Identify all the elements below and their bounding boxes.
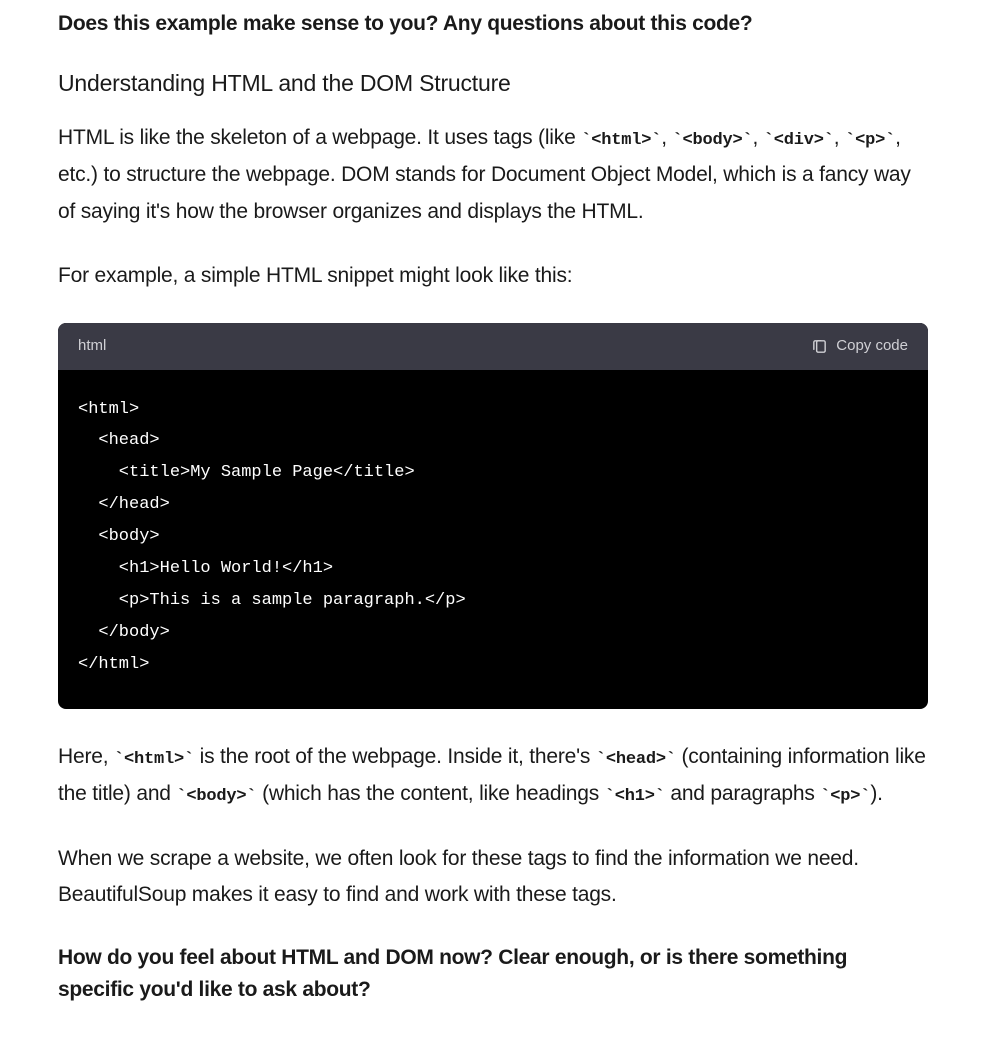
- inline-code-div-tag: `<div>`: [764, 131, 834, 150]
- paragraph-intro: HTML is like the skeleton of a webpage. …: [58, 120, 928, 230]
- text-fragment: ).: [870, 782, 882, 805]
- paragraph-explanation: Here, `<html>` is the root of the webpag…: [58, 739, 928, 813]
- code-language-label: html: [78, 335, 106, 358]
- paragraph-example-intro: For example, a simple HTML snippet might…: [58, 258, 928, 295]
- question-prompt-2: How do you feel about HTML and DOM now? …: [58, 942, 928, 1005]
- inline-code-p-tag: `<p>`: [845, 131, 895, 150]
- copy-code-button[interactable]: Copy code: [811, 335, 908, 358]
- clipboard-icon: [811, 338, 828, 355]
- code-header: html Copy code: [58, 323, 928, 370]
- text-fragment: and paragraphs: [665, 782, 821, 805]
- text-fragment: ,: [753, 126, 764, 149]
- copy-code-label: Copy code: [836, 335, 908, 358]
- section-heading-html-dom: Understanding HTML and the DOM Structure: [58, 66, 928, 101]
- text-fragment: Here,: [58, 745, 114, 768]
- question-prompt-1: Does this example make sense to you? Any…: [58, 8, 928, 40]
- inline-code-html-tag: `<html>`: [581, 131, 661, 150]
- inline-code-head-tag: `<head>`: [596, 750, 676, 769]
- code-block: html Copy code <html> <head> <title>My S…: [58, 323, 928, 709]
- text-fragment: ,: [661, 126, 672, 149]
- inline-code-p-tag: `<p>`: [820, 787, 870, 806]
- inline-code-html-tag: `<html>`: [114, 750, 194, 769]
- inline-code-body-tag: `<body>`: [672, 131, 752, 150]
- inline-code-h1-tag: `<h1>`: [605, 787, 665, 806]
- text-fragment: (which has the content, like headings: [256, 782, 604, 805]
- inline-code-body-tag: `<body>`: [176, 787, 256, 806]
- text-fragment: is the root of the webpage. Inside it, t…: [194, 745, 596, 768]
- text-fragment: ,: [834, 126, 845, 149]
- text-fragment: HTML is like the skeleton of a webpage. …: [58, 126, 581, 149]
- code-content: <html> <head> <title>My Sample Page</tit…: [58, 370, 928, 710]
- paragraph-scraping: When we scrape a website, we often look …: [58, 841, 928, 915]
